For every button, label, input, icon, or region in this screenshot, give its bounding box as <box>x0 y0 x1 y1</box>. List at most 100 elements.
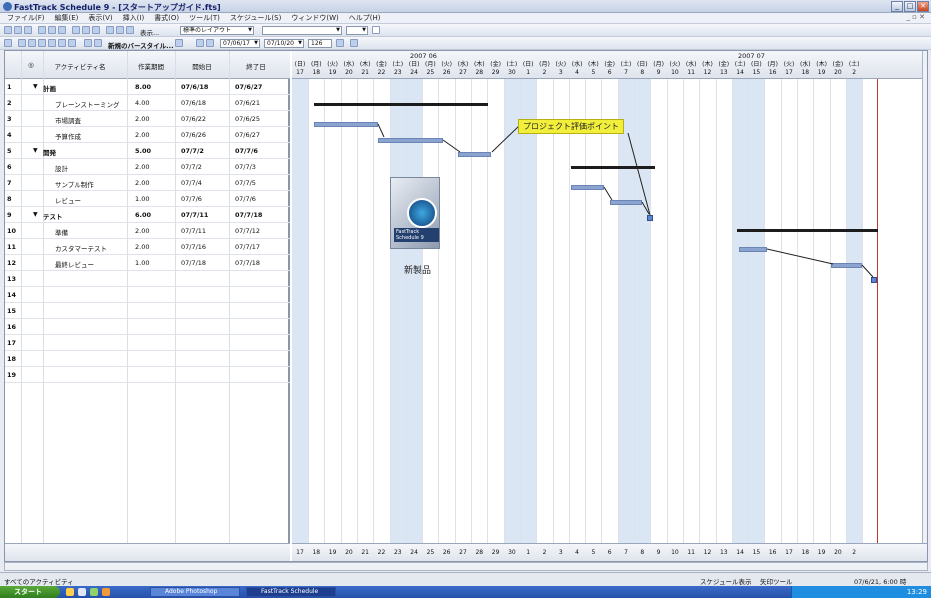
table-row[interactable]: 18 <box>5 351 290 367</box>
outline-icon[interactable] <box>4 39 12 47</box>
table-row[interactable]: 14 <box>5 287 290 303</box>
layout-combo[interactable]: 標準のレイアウト ▼ <box>180 26 254 35</box>
footer-day-label: 2 <box>852 549 857 556</box>
callout-pointer <box>627 132 651 216</box>
col-end[interactable]: 終了日 <box>231 61 281 71</box>
collapse-triangle-icon[interactable]: ▼ <box>33 83 38 90</box>
chevron-down-icon: ▼ <box>362 27 366 33</box>
close-button[interactable]: ✕ <box>917 1 929 12</box>
open-file-icon[interactable] <box>14 26 22 34</box>
mdi-controls[interactable]: _ ▫ ✕ <box>906 13 925 21</box>
arrow-tool-icon[interactable] <box>18 39 26 47</box>
undo-icon[interactable] <box>106 26 114 34</box>
copy-icon[interactable] <box>82 26 90 34</box>
table-row[interactable]: 9 ▼ テスト 6.00 07/7/11 07/7/18 <box>5 207 290 223</box>
menu-insert[interactable]: 挿入(I) <box>120 13 148 23</box>
footer-day-label: 25 <box>426 549 435 556</box>
menu-view[interactable]: 表示(V) <box>85 13 115 23</box>
menu-help[interactable]: ヘルプ(H) <box>346 13 384 23</box>
table-row[interactable]: 6 設計 2.00 07/7/2 07/7/3 <box>5 159 290 175</box>
line-tool-icon[interactable] <box>58 39 66 47</box>
footer-day-label: 20 <box>834 549 842 556</box>
taskbar-photoshop[interactable]: Adobe Photoshop <box>150 587 240 597</box>
column-options-icon[interactable]: ◎ <box>25 61 37 69</box>
table-row[interactable]: 12 最終レビュー 1.00 07/7/18 07/7/18 <box>5 255 290 271</box>
table-row[interactable]: 17 <box>5 335 290 351</box>
table-row[interactable]: 11 カスタマーテスト 2.00 07/7/16 07/7/17 <box>5 239 290 255</box>
chart-icon[interactable] <box>196 39 204 47</box>
quicklaunch-icon[interactable] <box>66 588 74 596</box>
table-row[interactable]: 13 <box>5 271 290 287</box>
table-row[interactable]: 15 <box>5 303 290 319</box>
cut-icon[interactable] <box>72 26 80 34</box>
print-preview-icon[interactable] <box>48 26 56 34</box>
print-icon[interactable] <box>38 26 46 34</box>
quicklaunch-icon[interactable] <box>78 588 86 596</box>
table-row[interactable]: 2 ブレーンストーミング 4.00 07/6/18 07/6/21 <box>5 95 290 111</box>
maximize-button[interactable]: □ <box>904 1 916 12</box>
table-row[interactable]: 3 市場調査 2.00 07/6/22 07/6/25 <box>5 111 290 127</box>
end-date-combo[interactable]: 07/10/20 ▼ <box>264 39 304 48</box>
calendar-icon[interactable] <box>206 39 214 47</box>
redo-icon[interactable] <box>116 26 124 34</box>
footer-day-label: 3 <box>558 549 563 556</box>
status-mode: スケジュール表示 <box>700 578 752 586</box>
quicklaunch-icon[interactable] <box>90 588 98 596</box>
zoom-combo[interactable]: 126 <box>308 39 332 48</box>
product-box-image[interactable]: FastTrack Schedule 9 <box>390 177 440 249</box>
font-size-combo[interactable]: ▼ <box>346 26 368 35</box>
start-button[interactable]: スタート <box>0 586 60 598</box>
spellcheck-icon[interactable] <box>58 26 66 34</box>
horizontal-scrollbar[interactable] <box>4 562 928 571</box>
text-tool-icon[interactable] <box>68 39 76 47</box>
collapse-triangle-icon[interactable]: ▼ <box>33 211 38 218</box>
table-row[interactable]: 5 ▼ 開発 5.00 07/7/2 07/7/6 <box>5 143 290 159</box>
quicklaunch-icon[interactable] <box>102 588 110 596</box>
vertical-scrollbar[interactable] <box>922 51 927 543</box>
minimize-button[interactable]: _ <box>891 1 903 12</box>
footer-day-label: 7 <box>624 549 628 556</box>
link-arrow <box>766 248 834 265</box>
table-row[interactable]: 19 <box>5 367 290 383</box>
activity-name: 予算作成 <box>55 133 81 141</box>
col-activity-name[interactable]: アクティビティ名 <box>45 61 115 71</box>
start-date-combo[interactable]: 07/06/17 ▼ <box>220 39 260 48</box>
table-row[interactable]: 1 ▼ 計画 8.00 07/6/18 07/6/27 <box>5 79 290 95</box>
milestone-tool-icon[interactable] <box>48 39 56 47</box>
footer-day-label: 20 <box>345 549 353 556</box>
table-row[interactable]: 16 <box>5 319 290 335</box>
bar-tool-icon[interactable] <box>38 39 46 47</box>
bar-style-dropdown-icon[interactable] <box>175 39 183 47</box>
col-work[interactable]: 作業期間 <box>129 61 173 71</box>
bar-style-label[interactable]: 新規のバースタイル... <box>108 40 174 50</box>
taskbar-fasttrack[interactable]: FastTrack Schedule <box>246 587 336 597</box>
help-pointer-icon[interactable] <box>126 26 134 34</box>
color-swatch-icon[interactable] <box>372 26 380 34</box>
save-icon[interactable] <box>24 26 32 34</box>
col-start[interactable]: 開始日 <box>177 61 227 71</box>
paste-icon[interactable] <box>92 26 100 34</box>
end-date-value: 07/10/20 <box>267 40 294 47</box>
table-row[interactable]: 4 予算作成 2.00 07/6/26 07/6/27 <box>5 127 290 143</box>
new-file-icon[interactable] <box>4 26 12 34</box>
zoom-out-icon[interactable] <box>84 39 92 47</box>
menu-tools[interactable]: ツール(T) <box>186 13 223 23</box>
evaluation-point-callout[interactable]: プロジェクト評価ポイント <box>518 119 624 134</box>
menu-file[interactable]: ファイル(F) <box>4 13 48 23</box>
table-row[interactable]: 8 レビュー 1.00 07/7/6 07/7/6 <box>5 191 290 207</box>
font-combo[interactable]: ▼ <box>262 26 342 35</box>
scroll-arrows-icon[interactable] <box>336 39 344 47</box>
timescale-icon[interactable] <box>350 39 358 47</box>
table-footer <box>5 543 290 561</box>
view-menu-label[interactable]: 表示... <box>140 27 159 37</box>
menu-window[interactable]: ウィンドウ(W) <box>288 13 341 23</box>
collapse-triangle-icon[interactable]: ▼ <box>33 147 38 154</box>
table-row[interactable]: 10 準備 2.00 07/7/11 07/7/12 <box>5 223 290 239</box>
table-row[interactable]: 7 サンプル制作 2.00 07/7/4 07/7/5 <box>5 175 290 191</box>
link-tool-icon[interactable] <box>28 39 36 47</box>
menu-format[interactable]: 書式(O) <box>151 13 182 23</box>
menu-edit[interactable]: 編集(E) <box>52 13 82 23</box>
work-duration: 6.00 <box>135 211 152 219</box>
menu-schedule[interactable]: スケジュール(S) <box>227 13 284 23</box>
zoom-in-icon[interactable] <box>94 39 102 47</box>
